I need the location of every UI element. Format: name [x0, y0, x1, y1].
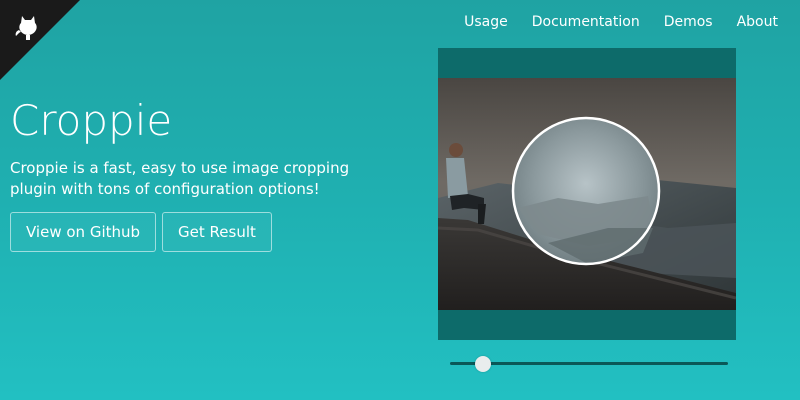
nav-demos[interactable]: Demos	[664, 14, 713, 30]
page-description: Croppie is a fast, easy to use image cro…	[10, 159, 350, 198]
get-result-button[interactable]: Get Result	[162, 212, 272, 252]
nav-usage[interactable]: Usage	[464, 14, 508, 30]
top-nav: Usage Documentation Demos About	[464, 14, 778, 30]
croppie-container	[438, 48, 736, 340]
corner-triangle	[0, 0, 80, 80]
nav-documentation[interactable]: Documentation	[532, 14, 640, 30]
view-on-github-button[interactable]: View on Github	[10, 212, 157, 252]
nav-about[interactable]: About	[737, 14, 778, 30]
hero: Croppie Croppie is a fast, easy to use i…	[10, 96, 410, 252]
page-title: Croppie	[10, 96, 173, 145]
zoom-slider-thumb[interactable]	[475, 356, 492, 372]
crop-photo[interactable]	[438, 78, 736, 310]
github-corner[interactable]	[0, 0, 80, 80]
hero-buttons: View on Github Get Result	[10, 212, 410, 252]
zoom-slider[interactable]	[450, 362, 728, 365]
